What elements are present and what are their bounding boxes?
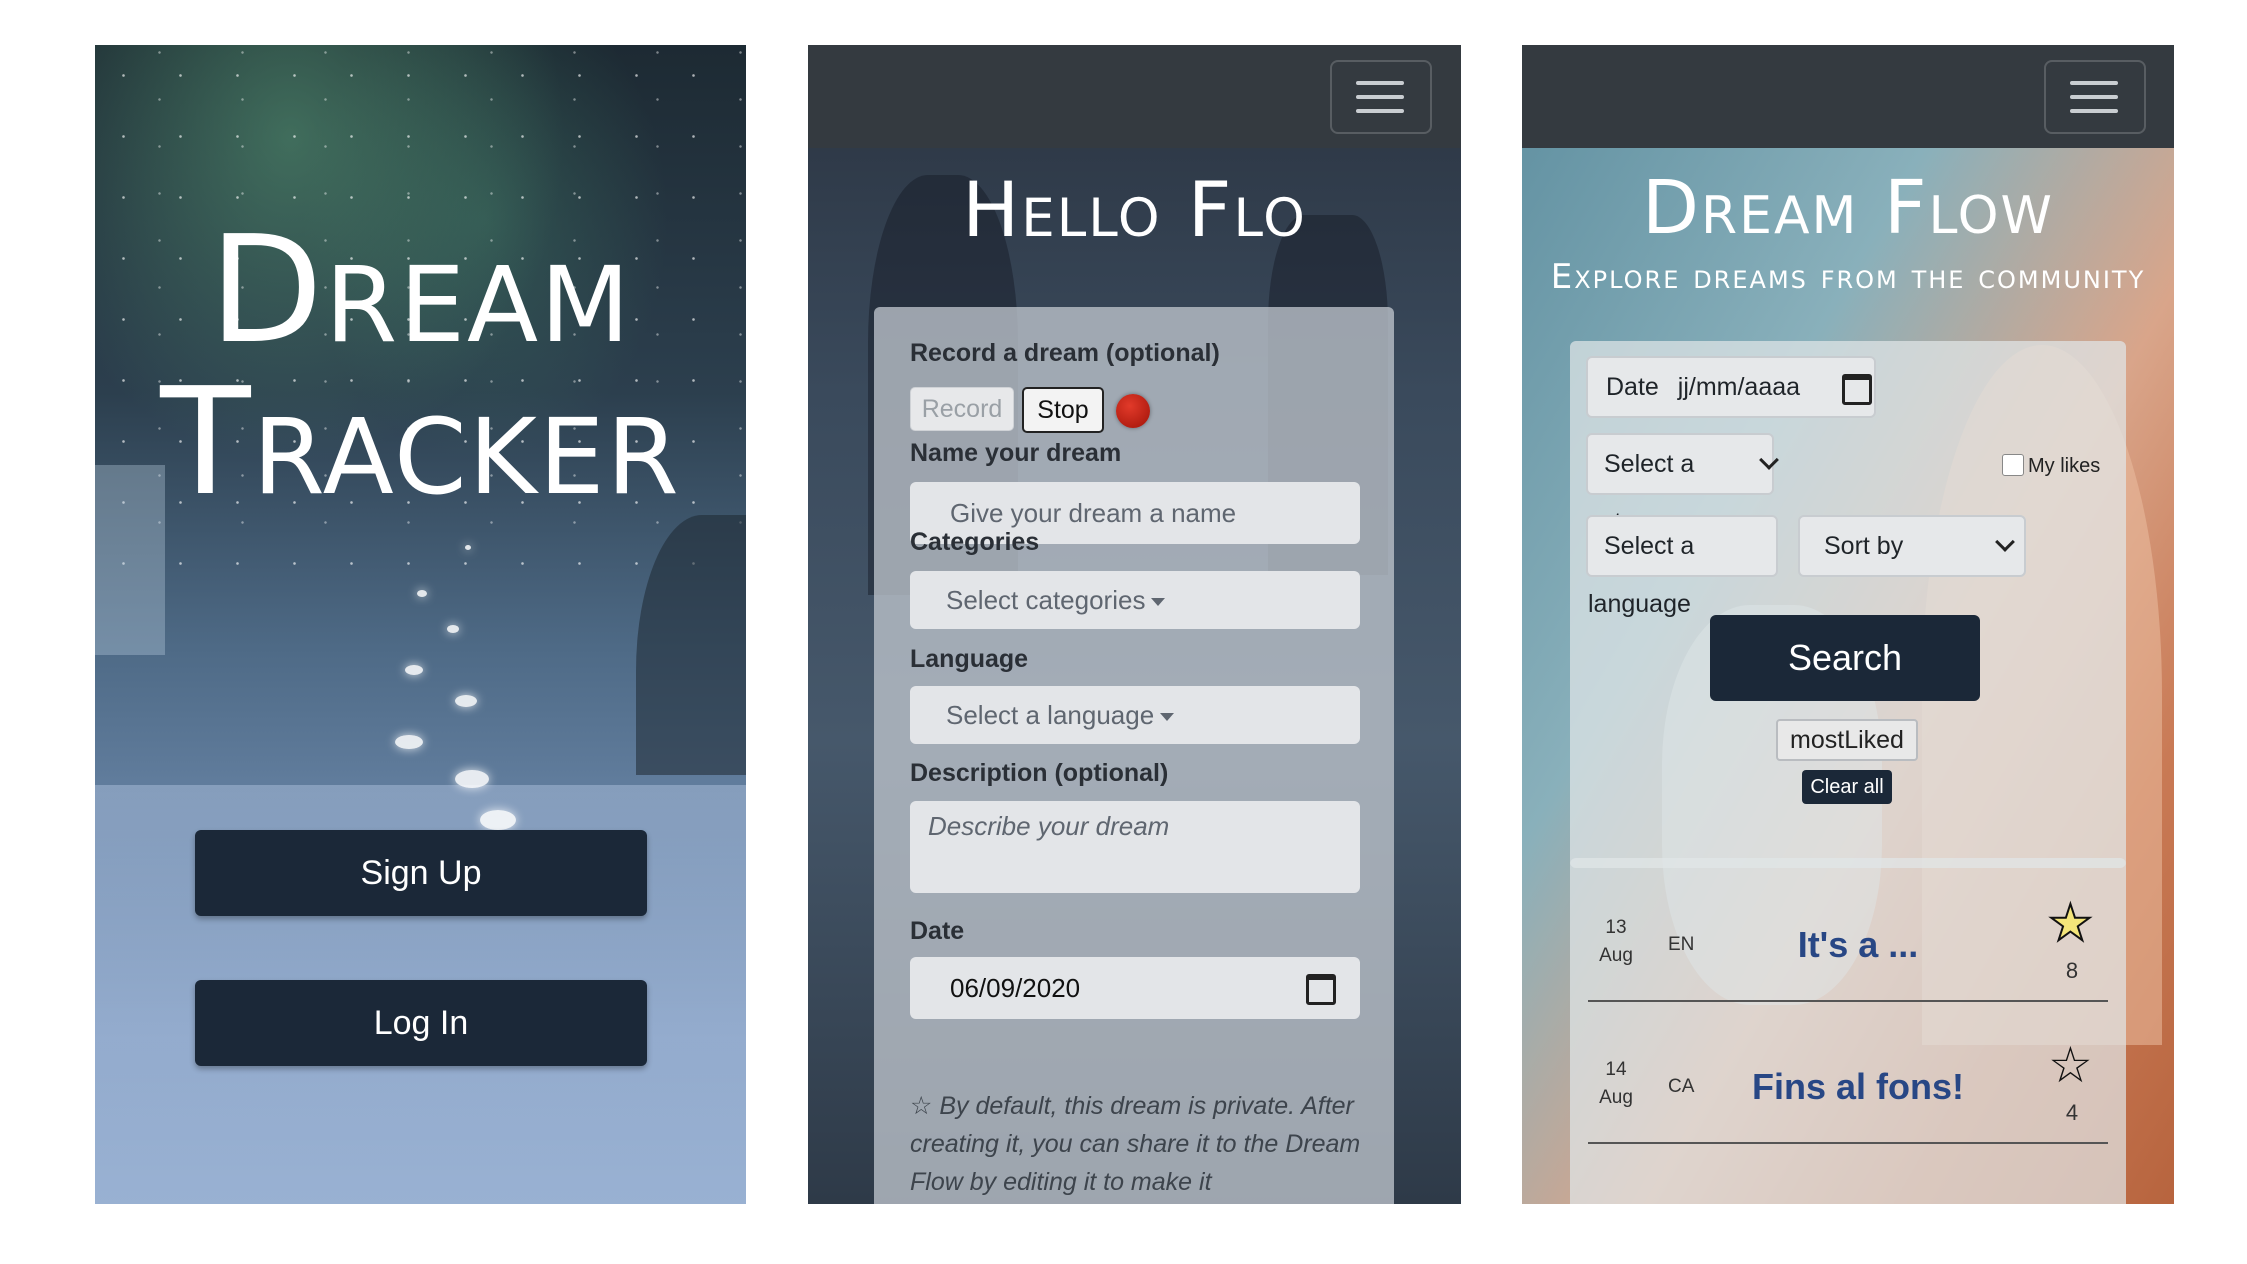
log-in-button[interactable]: Log In: [195, 980, 647, 1066]
date-label: Date: [910, 917, 965, 945]
dream-form: Record a dream (optional) Record Stop Na…: [874, 307, 1394, 1204]
hamburger-icon-bar: [1356, 109, 1404, 113]
dream-language: EN: [1668, 934, 1695, 955]
record-dream-screen: Hello Flo Record a dream (optional) Reco…: [808, 45, 1461, 1204]
search-filters: Date jj/mm/aaaa Select a category My lik…: [1570, 341, 2126, 868]
description-placeholder: Describe your dream: [928, 811, 1170, 841]
page-subtitle: Explore dreams from the community: [1550, 257, 2146, 297]
caret-down-icon: [1151, 598, 1166, 607]
page-title: Dream Flow: [1642, 165, 2054, 251]
chevron-down-icon: [1995, 532, 2015, 552]
active-filter-tag[interactable]: mostLiked: [1776, 719, 1918, 761]
date-filter-placeholder: jj/mm/aaaa: [1677, 373, 1801, 401]
dream-name-label: Name your dream: [910, 439, 1122, 467]
dream-date: 14 Aug: [1596, 1056, 1636, 1112]
hamburger-icon-bar: [1356, 95, 1404, 99]
dream-list-item[interactable]: 13 Aug EN It's a ... ★ 8: [1588, 858, 2108, 1002]
calendar-icon[interactable]: [1306, 974, 1336, 1005]
dream-day: 14: [1605, 1059, 1627, 1080]
date-input[interactable]: 06/09/2020: [910, 957, 1360, 1019]
dream-title[interactable]: It's a ...: [1708, 924, 2008, 966]
dream-tracker-screen: Dream Tracker Sign Up Log In: [95, 45, 746, 1204]
dream-name-placeholder: Give your dream a name: [950, 498, 1237, 528]
dream-language: CA: [1668, 1076, 1695, 1097]
description-label: Description (optional): [910, 759, 1169, 787]
sign-up-button[interactable]: Sign Up: [195, 830, 647, 916]
dream-flow-screen: Dream Flow Explore dreams from the commu…: [1522, 45, 2174, 1204]
my-likes-label: My likes: [2028, 455, 2101, 477]
clear-all-button[interactable]: Clear all: [1802, 770, 1892, 804]
hamburger-icon: [1356, 81, 1404, 85]
my-likes-checkbox[interactable]: [2002, 454, 2024, 476]
language-dropdown-label: Select a language: [946, 700, 1155, 730]
sort-select[interactable]: Sort by: [1798, 515, 2026, 577]
like-count: 8: [2065, 958, 2079, 983]
greeting-heading: Hello Flo: [962, 165, 1307, 254]
categories-label: Categories: [910, 528, 1040, 556]
menu-toggle-button[interactable]: [1330, 60, 1432, 134]
category-select[interactable]: Select a category: [1586, 433, 1779, 536]
dream-date: 13 Aug: [1596, 914, 1636, 970]
star-outline-icon[interactable]: ☆: [2048, 1040, 2093, 1090]
dream-month: Aug: [1599, 945, 1633, 966]
chevron-down-icon: [1759, 450, 1779, 470]
date-filter-input[interactable]: Date jj/mm/aaaa: [1586, 356, 1876, 418]
path-light: [447, 625, 459, 633]
date-filter-label: Date: [1606, 373, 1659, 401]
path-light: [465, 545, 471, 550]
privacy-note: ☆ By default, this dream is private. Aft…: [910, 1087, 1380, 1201]
description-textarea[interactable]: Describe your dream: [910, 801, 1360, 893]
hamburger-icon-bar: [2070, 95, 2118, 99]
app-title-line2: Tracker: [160, 356, 681, 528]
path-light: [417, 590, 427, 597]
hamburger-icon-bar: [2070, 109, 2118, 113]
dream-list-item[interactable]: 14 Aug CA Fins al fons! ☆ 4: [1588, 1000, 2108, 1144]
dream-day: 13: [1605, 917, 1627, 938]
navbar: [1522, 45, 2174, 148]
categories-dropdown-label: Select categories: [946, 585, 1146, 615]
path-light: [480, 810, 516, 830]
path-light: [395, 735, 423, 749]
dream-list: 13 Aug EN It's a ... ★ 8 14 Aug CA Fins al…: [1570, 858, 2126, 1204]
like-count: 4: [2065, 1100, 2079, 1125]
calendar-icon[interactable]: [1842, 374, 1872, 405]
caret-down-icon: [1160, 713, 1175, 722]
privacy-note-text: By default, this dream is private. After…: [910, 1092, 1361, 1196]
record-button[interactable]: Record: [910, 387, 1014, 431]
language-select-label: Select a language: [1588, 532, 1695, 618]
language-dropdown[interactable]: Select a language: [910, 686, 1360, 744]
search-button[interactable]: Search: [1710, 615, 1980, 701]
sort-select-label: Sort by: [1824, 532, 1904, 560]
language-label: Language: [910, 645, 1029, 673]
app-title-line1: Dream: [209, 204, 632, 376]
categories-dropdown[interactable]: Select categories: [910, 571, 1360, 629]
sparkle-icon: ☆: [910, 1092, 940, 1120]
star-filled-icon[interactable]: ★: [2047, 897, 2094, 949]
dream-month: Aug: [1599, 1087, 1633, 1108]
date-value: 06/09/2020: [950, 973, 1081, 1003]
path-light: [455, 770, 489, 788]
navbar: [808, 45, 1461, 148]
dream-title[interactable]: Fins al fons!: [1708, 1066, 2008, 1108]
record-label: Record a dream (optional): [910, 339, 1220, 367]
recording-indicator-icon: [1116, 394, 1150, 428]
path-light: [405, 665, 423, 675]
hamburger-icon: [2070, 81, 2118, 85]
stop-button[interactable]: Stop: [1022, 387, 1104, 433]
path-light: [455, 695, 477, 707]
menu-toggle-button[interactable]: [2044, 60, 2146, 134]
language-select[interactable]: Select a language: [1586, 515, 1865, 618]
